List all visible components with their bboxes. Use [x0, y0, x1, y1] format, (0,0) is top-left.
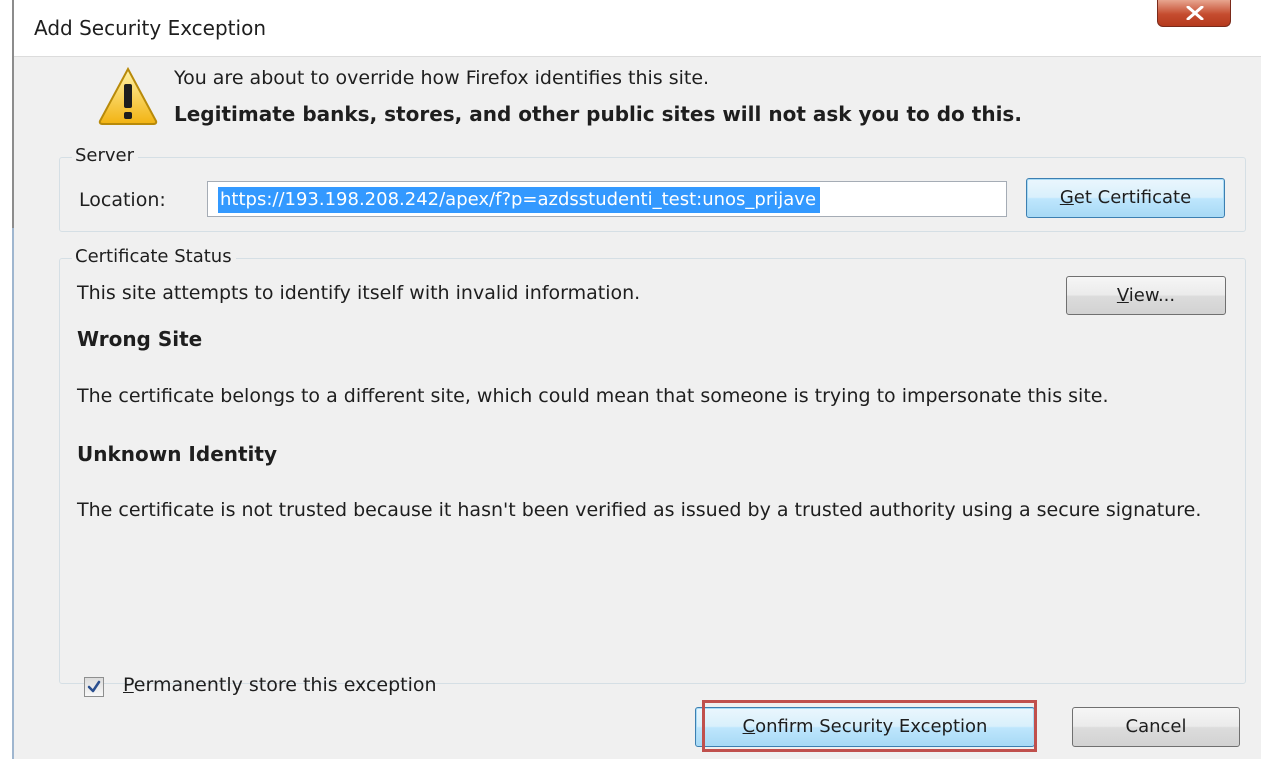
confirm-security-exception-button[interactable]: Confirm Security Exception [695, 707, 1035, 747]
server-group-label: Server [72, 145, 139, 166]
screenshot: Add Security Exception You are about to … [0, 0, 1261, 759]
window-title: Add Security Exception [34, 16, 266, 40]
permanent-store-label[interactable]: Permanently store this exception [123, 674, 437, 696]
certificate-status-group [59, 258, 1246, 684]
title-bar: Add Security Exception [14, 0, 1261, 56]
get-certificate-label: Get Certificate [1059, 187, 1192, 208]
unknown-identity-heading: Unknown Identity [77, 442, 278, 466]
cancel-label: Cancel [1125, 716, 1187, 737]
certificate-status-label: Certificate Status [72, 246, 236, 267]
cancel-button[interactable]: Cancel [1072, 707, 1240, 747]
warning-emphasis: Legitimate banks, stores, and other publ… [174, 102, 1022, 126]
view-button[interactable]: View... [1066, 276, 1226, 315]
warning-icon [98, 66, 158, 125]
checkmark-icon [87, 680, 101, 693]
location-label: Location: [79, 189, 166, 211]
wrong-site-heading: Wrong Site [77, 327, 203, 351]
unknown-identity-description: The certificate is not trusted because i… [77, 499, 1202, 521]
location-input[interactable]: https://193.198.208.242/apex/f?p=azdsstu… [207, 181, 1007, 217]
wrong-site-description: The certificate belongs to a different s… [77, 385, 1109, 407]
location-value: https://193.198.208.242/apex/f?p=azdsstu… [218, 187, 821, 213]
close-icon [1186, 6, 1204, 20]
get-certificate-button[interactable]: Get Certificate [1026, 178, 1225, 218]
status-message: This site attempts to identify itself wi… [77, 282, 641, 304]
permanent-store-checkbox[interactable] [84, 677, 104, 697]
warning-message: You are about to override how Firefox id… [174, 67, 710, 89]
confirm-label: Confirm Security Exception [742, 716, 988, 737]
view-label: View... [1116, 285, 1176, 306]
close-button[interactable] [1157, 0, 1231, 27]
